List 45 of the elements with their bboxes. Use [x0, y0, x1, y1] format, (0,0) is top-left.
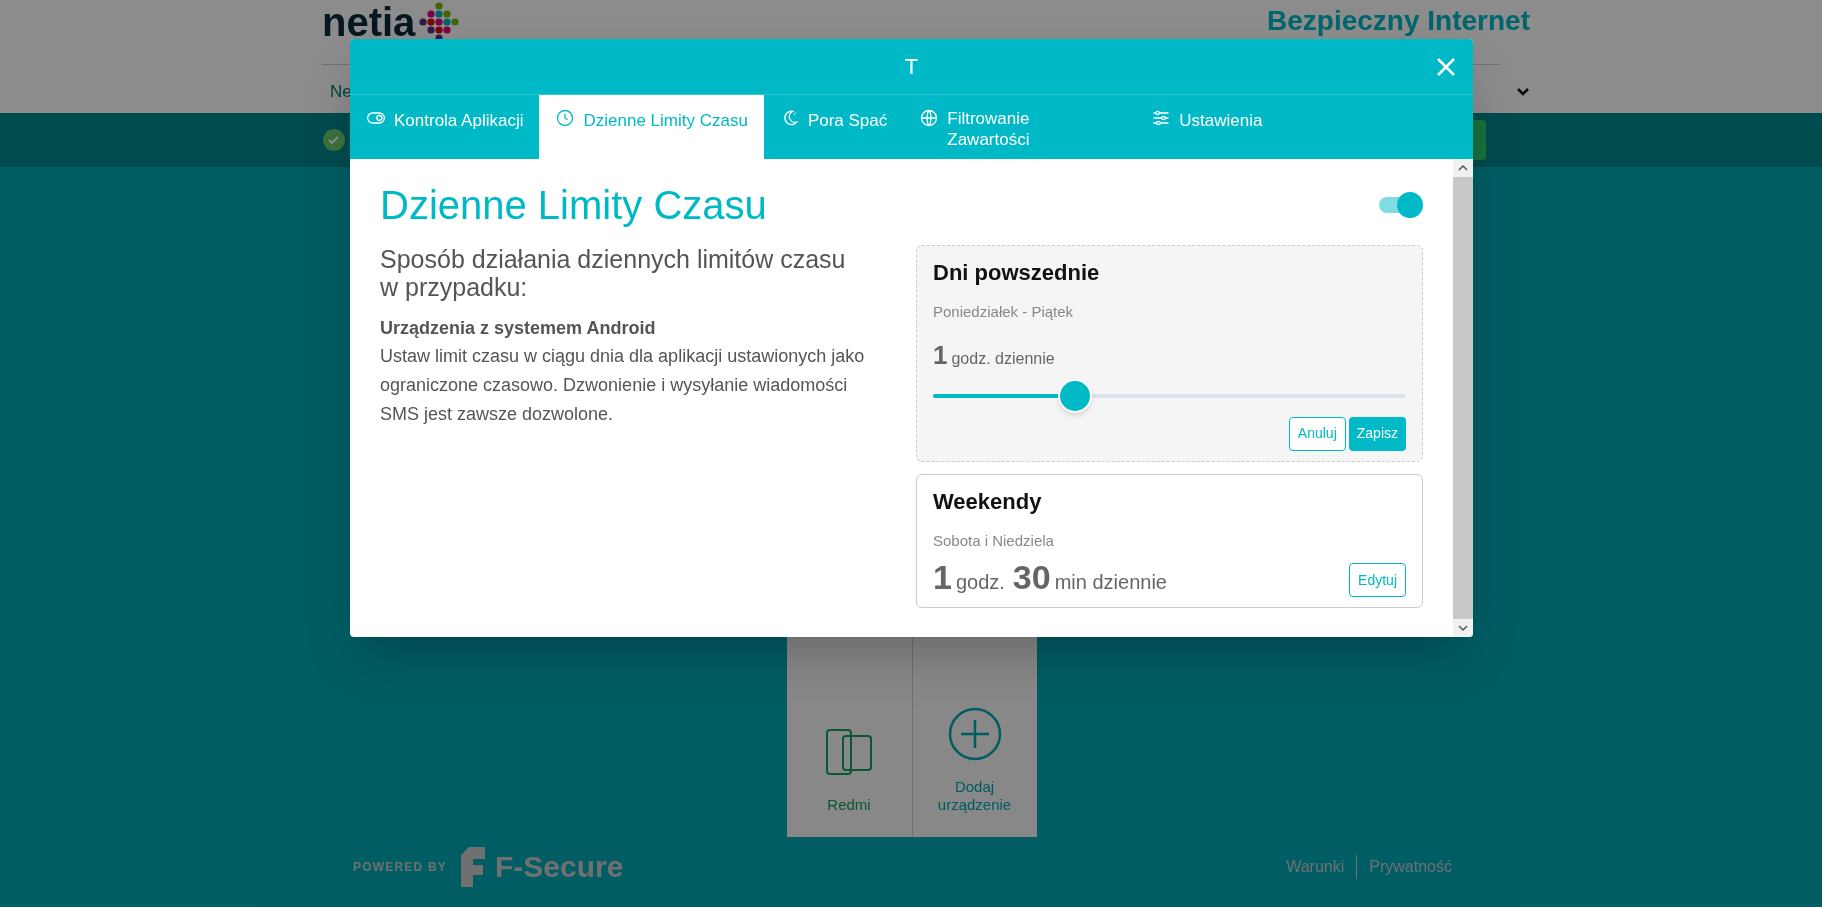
slider-thumb[interactable] [1057, 378, 1092, 413]
nav-item[interactable]: Ne [330, 79, 352, 105]
save-button[interactable]: Zapisz [1348, 416, 1406, 451]
tab[interactable]: Pora Spać [763, 95, 904, 159]
clock-icon [555, 108, 576, 128]
days-label: Poniedziałek - Piątek [933, 302, 1075, 322]
header-title: Bezpieczny Internet [1267, 5, 1530, 37]
subheading: Urządzenia z systemem Android [380, 317, 657, 340]
logo-text: netia [322, 2, 416, 42]
hours-unit: godz. dziennie [951, 348, 1055, 369]
body-text: Ustaw limit czasu w ciągu dnia dla aplikacji ustawionych jako ograniczone czasowo. Dzwonienie i wysyłanie wiadomości SMS jest zawsze dozwolone. [380, 345, 866, 426]
hours-value: 1 [933, 338, 948, 372]
chevron-down-icon[interactable] [1516, 86, 1530, 97]
plus-circle-icon [946, 705, 1003, 762]
hours-value: 1 [933, 560, 952, 594]
check-circle-icon [322, 128, 346, 152]
enable-toggle[interactable] [1379, 192, 1423, 218]
tab[interactable]: Filtrowanie Zawartości [903, 95, 1136, 159]
device-tile[interactable]: Redmi [786, 637, 912, 837]
sliders-icon [1151, 108, 1172, 128]
tab[interactable]: Kontrola Aplikacji [350, 95, 540, 159]
intro-text: Sposób działania dziennych limitów czasu w przypadku: [380, 245, 847, 301]
footer-link[interactable]: Warunki [1274, 854, 1357, 879]
section-heading: Dzienne Limity Czasu [380, 182, 767, 229]
time-slider[interactable] [933, 378, 1406, 413]
brand-name: F-Secure [495, 849, 624, 885]
tab[interactable]: Ustawienia [1135, 95, 1279, 159]
days-label: Sobota i Niedziela [933, 530, 1055, 551]
device-label: Dodaj urządzenie [936, 777, 1013, 815]
card-title: Dni powszednie [933, 259, 1101, 287]
scrollbar[interactable] [1453, 159, 1473, 637]
hours-unit: godz. [955, 570, 1005, 595]
device-label: Redmi [826, 796, 872, 815]
device-tile[interactable]: Dodaj urządzenie [911, 637, 1037, 837]
minutes-unit: min dziennie [1054, 570, 1167, 595]
card-title: Weekendy [933, 487, 1043, 516]
close-icon[interactable] [1435, 56, 1457, 78]
cancel-button[interactable]: Anuluj [1288, 416, 1346, 451]
powered-by-label: POWERED BY [353, 858, 447, 876]
modal-title: T [904, 53, 919, 81]
brand-logo-icon [459, 846, 487, 887]
footer-link[interactable]: Prywatność [1356, 854, 1464, 879]
tab[interactable]: Dzienne Limity Czasu [539, 95, 764, 159]
edit-button[interactable]: Edytuj [1349, 563, 1406, 597]
minutes-value: 30 [1012, 560, 1051, 594]
